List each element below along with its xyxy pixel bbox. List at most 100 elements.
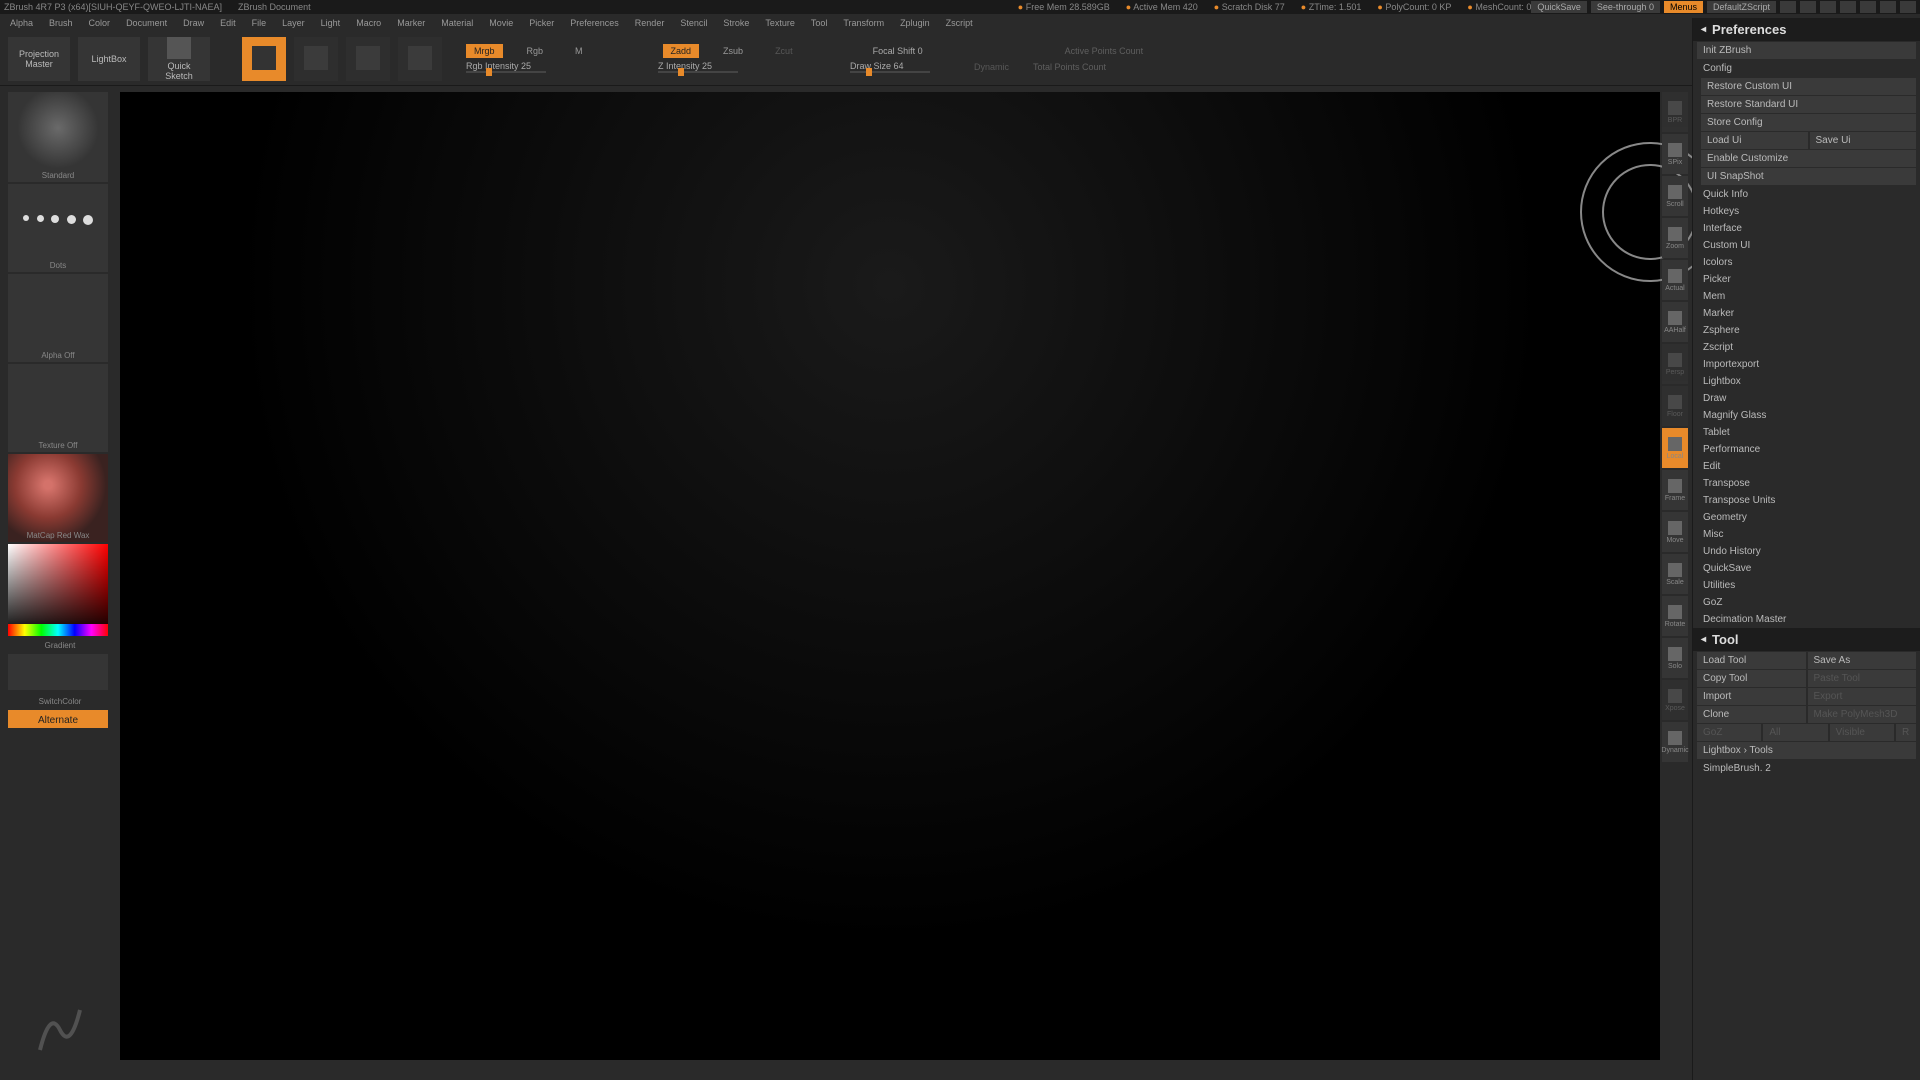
- pref-section-icolors[interactable]: Icolors: [1693, 254, 1920, 271]
- menu-layer[interactable]: Layer: [276, 16, 311, 30]
- focal-shift-slider[interactable]: Focal Shift 0: [873, 46, 973, 56]
- color-picker[interactable]: [8, 544, 108, 636]
- init-zbrush-button[interactable]: Init ZBrush: [1697, 42, 1916, 59]
- menu-picker[interactable]: Picker: [523, 16, 560, 30]
- menu-edit[interactable]: Edit: [214, 16, 242, 30]
- pref-section-performance[interactable]: Performance: [1693, 441, 1920, 458]
- pref-section-transpose-units[interactable]: Transpose Units: [1693, 492, 1920, 509]
- nav-actual[interactable]: Actual: [1662, 260, 1688, 300]
- pref-section-zscript[interactable]: Zscript: [1693, 339, 1920, 356]
- clone-button[interactable]: Clone: [1697, 706, 1806, 723]
- switch-color-button[interactable]: SwitchColor: [8, 692, 108, 708]
- mrgb-button[interactable]: Mrgb: [466, 44, 503, 58]
- nav-xpose[interactable]: Xpose: [1662, 680, 1688, 720]
- menu-document[interactable]: Document: [120, 16, 173, 30]
- draw-size-slider[interactable]: Draw Size 64: [850, 61, 950, 73]
- pref-section-importexport[interactable]: Importexport: [1693, 356, 1920, 373]
- menu-texture[interactable]: Texture: [759, 16, 801, 30]
- nav-rotate[interactable]: Rotate: [1662, 596, 1688, 636]
- pref-section-marker[interactable]: Marker: [1693, 305, 1920, 322]
- zsub-button[interactable]: Zsub: [715, 44, 751, 58]
- menu-stroke[interactable]: Stroke: [717, 16, 755, 30]
- goz-visible-button[interactable]: Visible: [1830, 724, 1894, 741]
- pref-section-geometry[interactable]: Geometry: [1693, 509, 1920, 526]
- enable-customize-button[interactable]: Enable Customize: [1701, 150, 1916, 167]
- pref-section-lightbox[interactable]: Lightbox: [1693, 373, 1920, 390]
- nav-local[interactable]: Local: [1662, 428, 1688, 468]
- quicksave-button[interactable]: QuickSave: [1531, 1, 1587, 13]
- menu-stencil[interactable]: Stencil: [674, 16, 713, 30]
- nav-zoom[interactable]: Zoom: [1662, 218, 1688, 258]
- goz-r-button[interactable]: R: [1896, 724, 1916, 741]
- nav-persp[interactable]: Persp: [1662, 344, 1688, 384]
- pref-section-magnify-glass[interactable]: Magnify Glass: [1693, 407, 1920, 424]
- config-section[interactable]: Config: [1693, 60, 1920, 77]
- menu-zplugin[interactable]: Zplugin: [894, 16, 936, 30]
- maximize-icon[interactable]: [1880, 1, 1896, 13]
- nav-scroll[interactable]: Scroll: [1662, 176, 1688, 216]
- menu-render[interactable]: Render: [629, 16, 671, 30]
- nav-bpr[interactable]: BPR: [1662, 92, 1688, 132]
- pref-section-custom-ui[interactable]: Custom UI: [1693, 237, 1920, 254]
- texture-selector[interactable]: Texture Off: [8, 364, 108, 452]
- brush-selector[interactable]: Standard: [8, 92, 108, 182]
- goz-button[interactable]: GoZ: [1697, 724, 1761, 741]
- minimize-icon[interactable]: [1860, 1, 1876, 13]
- z-intensity-slider[interactable]: Z Intensity 25: [658, 61, 758, 73]
- alpha-selector[interactable]: Alpha Off: [8, 274, 108, 362]
- m-button[interactable]: M: [567, 44, 591, 58]
- goz-all-button[interactable]: All: [1763, 724, 1827, 741]
- window-icon-1[interactable]: [1780, 1, 1796, 13]
- pref-section-misc[interactable]: Misc: [1693, 526, 1920, 543]
- restore-standard-ui-button[interactable]: Restore Standard UI: [1701, 96, 1916, 113]
- copy-tool-button[interactable]: Copy Tool: [1697, 670, 1806, 687]
- make-polymesh-button[interactable]: Make PolyMesh3D: [1808, 706, 1917, 723]
- quick-sketch-button[interactable]: Quick Sketch: [148, 37, 210, 81]
- menu-color[interactable]: Color: [83, 16, 117, 30]
- color-swatches[interactable]: [8, 654, 108, 690]
- pref-section-zsphere[interactable]: Zsphere: [1693, 322, 1920, 339]
- zadd-button[interactable]: Zadd: [663, 44, 700, 58]
- store-config-button[interactable]: Store Config: [1701, 114, 1916, 131]
- nav-aahalf[interactable]: AAHalf: [1662, 302, 1688, 342]
- window-icon-3[interactable]: [1820, 1, 1836, 13]
- canvas-viewport[interactable]: [120, 92, 1660, 1060]
- pref-section-quicksave[interactable]: QuickSave: [1693, 560, 1920, 577]
- scale-mode-button[interactable]: [346, 37, 390, 81]
- close-icon[interactable]: [1900, 1, 1916, 13]
- draw-mode-button[interactable]: [242, 37, 286, 81]
- gradient-toggle[interactable]: Gradient: [8, 638, 108, 652]
- menu-draw[interactable]: Draw: [177, 16, 210, 30]
- menu-marker[interactable]: Marker: [391, 16, 431, 30]
- pref-section-interface[interactable]: Interface: [1693, 220, 1920, 237]
- menu-light[interactable]: Light: [315, 16, 347, 30]
- nav-frame[interactable]: Frame: [1662, 470, 1688, 510]
- projection-master-button[interactable]: Projection Master: [8, 37, 70, 81]
- zcut-button[interactable]: Zcut: [767, 44, 801, 58]
- window-icon-2[interactable]: [1800, 1, 1816, 13]
- menu-movie[interactable]: Movie: [483, 16, 519, 30]
- move-mode-button[interactable]: [294, 37, 338, 81]
- lightbox-button[interactable]: LightBox: [78, 37, 140, 81]
- window-icon-4[interactable]: [1840, 1, 1856, 13]
- rotate-mode-button[interactable]: [398, 37, 442, 81]
- menu-material[interactable]: Material: [435, 16, 479, 30]
- menu-preferences[interactable]: Preferences: [564, 16, 625, 30]
- default-zscript[interactable]: DefaultZScript: [1707, 1, 1776, 13]
- ui-snapshot-button[interactable]: UI SnapShot: [1701, 168, 1916, 185]
- pref-section-tablet[interactable]: Tablet: [1693, 424, 1920, 441]
- pref-section-quick-info[interactable]: Quick Info: [1693, 186, 1920, 203]
- seethrough-slider[interactable]: See-through 0: [1591, 1, 1660, 13]
- menu-transform[interactable]: Transform: [837, 16, 890, 30]
- pref-section-hotkeys[interactable]: Hotkeys: [1693, 203, 1920, 220]
- stroke-selector[interactable]: Dots: [8, 184, 108, 272]
- nav-dynamic[interactable]: Dynamic: [1662, 722, 1688, 762]
- pref-section-decimation-master[interactable]: Decimation Master: [1693, 611, 1920, 628]
- pref-section-picker[interactable]: Picker: [1693, 271, 1920, 288]
- pref-section-goz[interactable]: GoZ: [1693, 594, 1920, 611]
- nav-spix[interactable]: SPix: [1662, 134, 1688, 174]
- pref-section-draw[interactable]: Draw: [1693, 390, 1920, 407]
- pref-section-transpose[interactable]: Transpose: [1693, 475, 1920, 492]
- menu-macro[interactable]: Macro: [350, 16, 387, 30]
- nav-solo[interactable]: Solo: [1662, 638, 1688, 678]
